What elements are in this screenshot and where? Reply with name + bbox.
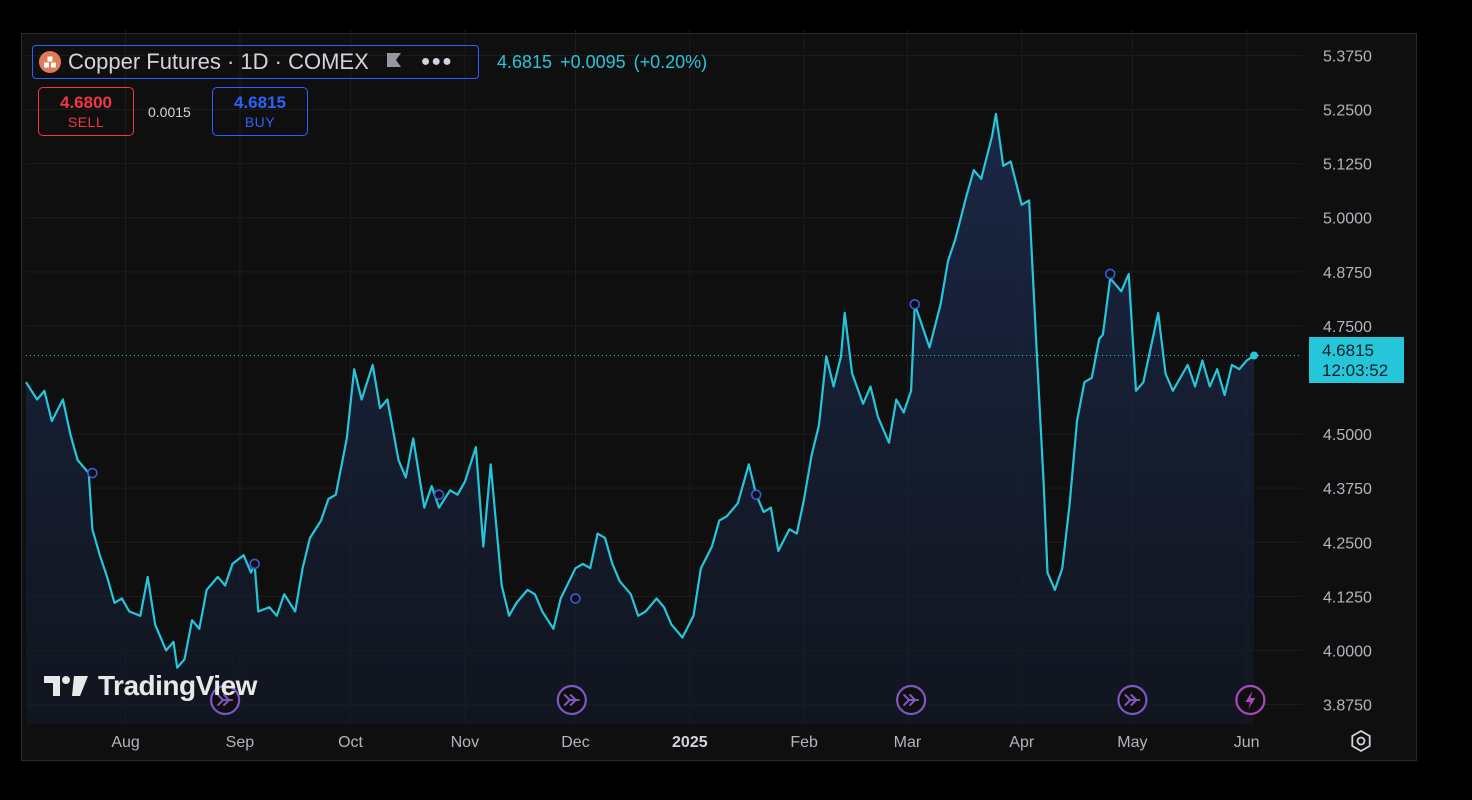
settings-icon[interactable]: [1349, 729, 1373, 753]
y-tick-label: 5.0000: [1323, 211, 1372, 228]
x-tick-label: Oct: [338, 734, 363, 751]
sell-price: 4.6800: [60, 93, 112, 112]
symbol-title[interactable]: Copper Futures · 1D · COMEX: [68, 49, 369, 75]
tradingview-logo[interactable]: TradingView: [44, 670, 257, 702]
event-point-marker[interactable]: [87, 467, 98, 479]
y-tick-label: 3.8750: [1323, 698, 1372, 715]
buy-label: BUY: [244, 114, 276, 130]
x-tick-label: Apr: [1009, 734, 1035, 751]
event-arrow-icon[interactable]: [895, 684, 927, 716]
x-tick-label: Jun: [1234, 734, 1260, 751]
last-price-dot: [1250, 351, 1259, 360]
buy-button[interactable]: 4.6815 BUY: [212, 87, 308, 136]
event-point-marker[interactable]: [1104, 268, 1116, 280]
y-tick-label: 4.0000: [1323, 643, 1372, 660]
last-tag-countdown: 12:03:52: [1322, 361, 1389, 380]
tradingview-wordmark: TradingView: [98, 670, 257, 701]
y-tick-label: 5.1250: [1323, 157, 1372, 174]
series-area: [26, 113, 1255, 724]
event-arrow-icon[interactable]: [1117, 684, 1148, 716]
x-tick-label: Mar: [894, 734, 922, 751]
y-tick-label: 4.7500: [1323, 319, 1372, 336]
x-tick-label: Dec: [561, 734, 589, 751]
spread-value: 0.0015: [148, 104, 191, 120]
lightning-icon[interactable]: [1235, 684, 1266, 716]
event-point-marker[interactable]: [433, 489, 445, 500]
x-tick-label: Feb: [790, 734, 818, 751]
y-tick-label: 4.5000: [1323, 427, 1372, 444]
y-tick-label: 5.3750: [1323, 48, 1372, 65]
y-tick-label: 4.3750: [1323, 481, 1372, 498]
x-tick-label: 2025: [672, 734, 708, 751]
x-tick-label: Sep: [226, 734, 255, 751]
x-tick-label: Aug: [111, 734, 139, 751]
symbol-legend[interactable]: Copper Futures · 1D · COMEX ●●●: [32, 45, 479, 79]
x-tick-label: Nov: [451, 734, 479, 751]
price-change: +0.0095: [560, 52, 626, 72]
last-price-tag: 4.6815 12:03:52: [1309, 337, 1404, 383]
last-price: 4.6815: [497, 52, 553, 72]
symbol-icon: [39, 51, 61, 73]
x-tick-label: May: [1117, 734, 1147, 751]
event-point-marker[interactable]: [909, 298, 921, 310]
y-tick-label: 4.2500: [1323, 535, 1372, 552]
sell-button[interactable]: 4.6800 SELL: [38, 87, 134, 136]
y-tick-label: 4.8750: [1323, 265, 1372, 282]
event-point-marker[interactable]: [249, 558, 260, 570]
event-point-marker[interactable]: [750, 489, 762, 500]
more-icon[interactable]: ●●●: [421, 53, 453, 71]
event-arrow-icon[interactable]: [556, 684, 587, 716]
y-tick-label: 4.1250: [1323, 589, 1372, 606]
y-tick-label: 5.2500: [1323, 103, 1372, 120]
flag-icon[interactable]: [385, 52, 403, 73]
sell-label: SELL: [67, 114, 105, 130]
event-point-marker[interactable]: [570, 593, 581, 604]
buy-price: 4.6815: [234, 93, 286, 112]
price-readout: 4.6815 +0.0095 (+0.20%): [497, 52, 715, 73]
last-tag-price: 4.6815: [1322, 341, 1374, 360]
tradingview-logo-icon: [44, 676, 88, 696]
price-change-pct: (+0.20%): [633, 52, 708, 72]
